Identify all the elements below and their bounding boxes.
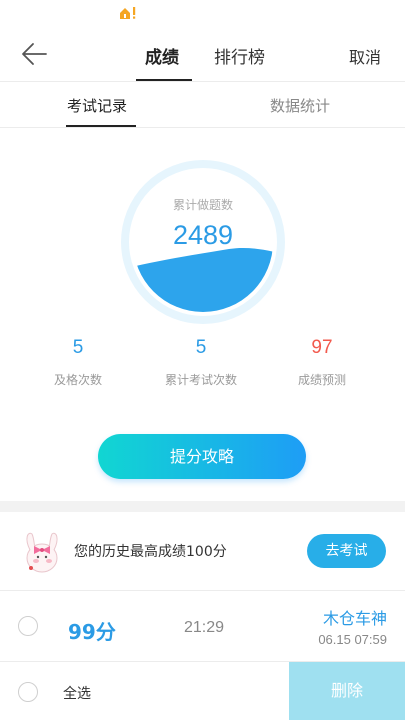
best-score-text: 您的历史最高成绩100分 [74,544,227,560]
stat-value: 97 [311,337,333,358]
record-name: 木仓车神 [322,609,387,628]
warning-icon [120,7,136,19]
record-date: 06.15 07:59 [318,632,387,647]
tab-leaderboard[interactable]: 排行榜 [214,43,265,68]
sub-tabs: 考试记录 数据统计 [0,82,405,128]
gauge-label: 累计做题数 [172,198,233,212]
stats-panel: 累计做题数 2489 5 及格次数 5 累计考试次数 97 成绩预测 提分攻略 [0,129,405,501]
improve-score-button[interactable]: 提分攻略 [98,434,306,479]
active-subtab-indicator [66,125,136,127]
record-score: 99分 [68,620,116,644]
gauge-value: 2489 [172,220,234,250]
stat-pass-count: 5 及格次数 [18,337,138,388]
stat-score-prediction: 97 成绩预测 [262,337,382,388]
top-nav: 成绩 排行榜 取消 [0,26,405,82]
status-bar [0,0,405,26]
delete-button[interactable]: 删除 [289,662,405,720]
stat-label: 成绩预测 [297,373,346,387]
record-duration: 21:29 [184,619,225,636]
bottom-action-bar: 全选 删除 [0,662,405,720]
tab-data-statistics[interactable]: 数据统计 [270,95,330,116]
table-row[interactable]: 99分 21:29 木仓车神 06.15 07:59 [0,592,405,662]
section-divider [0,501,405,512]
cartoon-avatar-icon [26,532,58,573]
select-all-label[interactable]: 全选 [63,683,91,703]
back-arrow-icon[interactable] [20,42,48,66]
record-select-radio[interactable] [18,616,38,636]
stat-value: 5 [72,337,84,358]
stat-value: 5 [195,337,207,358]
stat-exam-count: 5 累计考试次数 [141,337,261,388]
select-all-radio[interactable] [18,682,38,702]
best-score-row: 您的历史最高成绩100分 去考试 [0,512,405,591]
tab-score[interactable]: 成绩 [145,43,179,68]
cancel-button[interactable]: 取消 [349,44,381,68]
go-exam-button[interactable]: 去考试 [307,534,386,568]
tab-exam-records[interactable]: 考试记录 [67,95,127,116]
active-tab-indicator [136,79,192,81]
stat-label: 及格次数 [53,373,102,387]
stat-label: 累计考试次数 [164,373,237,387]
